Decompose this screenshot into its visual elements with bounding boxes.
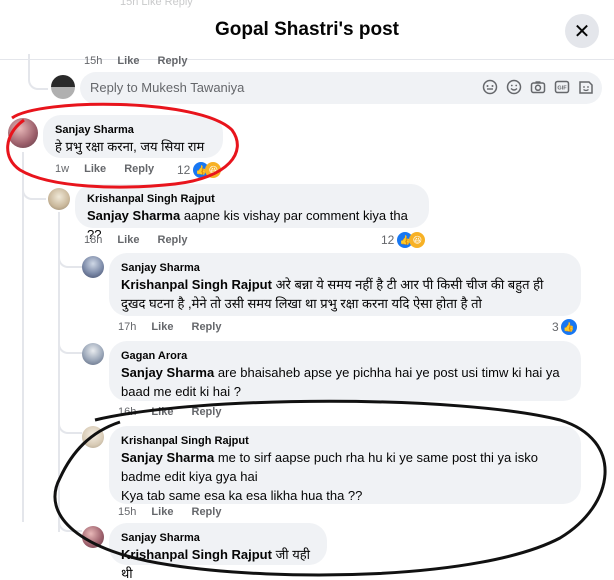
avatar[interactable] (8, 118, 38, 148)
reply-button[interactable]: Reply (192, 406, 222, 418)
reply-button[interactable]: Reply (158, 234, 188, 246)
like-button[interactable]: Like (151, 321, 173, 333)
avatar[interactable] (82, 526, 104, 548)
comment-actions: 15h Like Reply (84, 55, 202, 67)
comment-time: 15h (118, 506, 137, 518)
camera-icon[interactable] (530, 79, 546, 95)
faded-scrolled-meta: 15h Like Reply (120, 0, 193, 8)
comment-time: 1w (55, 163, 70, 175)
haha-reaction-icon: 😆 (409, 232, 426, 248)
comment-text-line: baad me edit ki hai ? (121, 384, 241, 399)
comment-bubble: Sanjay Sharma Krishanpal Singh Rajput अर… (109, 253, 581, 316)
thread-connector (22, 180, 46, 200)
avatar[interactable] (82, 426, 104, 448)
dialog-title: Gopal Shastri's post (215, 19, 399, 40)
comment-author[interactable]: Sanjay Sharma (55, 123, 211, 137)
reply-button[interactable]: Reply (192, 506, 222, 518)
reaction-summary[interactable]: 3 👍 (552, 319, 577, 335)
like-reaction-icon: 👍 (560, 319, 577, 335)
comment-text-line: Kya tab same esa ka esa likha hua tha ?? (121, 488, 363, 503)
comment-text-line: are bhaisaheb apse ye pichha hai ye post… (214, 365, 560, 380)
comments-scroll-area[interactable]: 15h Like Reply Reply to Mukesh Tawaniya … (0, 54, 614, 580)
sticker-face-icon[interactable] (578, 79, 594, 95)
reaction-count: 3 (552, 320, 559, 334)
comment-actions: 18h Like Reply (84, 234, 202, 246)
like-button[interactable]: Like (151, 506, 173, 518)
reaction-count: 12 (381, 233, 395, 247)
comment-time: 18h (84, 234, 103, 246)
like-button[interactable]: Like (117, 234, 139, 246)
comment-author[interactable]: Sanjay Sharma (121, 261, 569, 275)
gif-icon[interactable]: GIF (554, 79, 570, 95)
mention-link[interactable]: Sanjay Sharma (121, 450, 214, 465)
mention-link[interactable]: Krishanpal Singh Rajput (121, 277, 272, 292)
mention-link[interactable]: Sanjay Sharma (121, 365, 214, 380)
sticker-icon[interactable] (482, 79, 498, 95)
avatar (51, 75, 75, 99)
comment-author[interactable]: Sanjay Sharma (121, 531, 315, 545)
thread-connector (58, 422, 82, 434)
avatar[interactable] (82, 256, 104, 278)
svg-text:GIF: GIF (557, 86, 567, 92)
comment-actions: 15h Like Reply (118, 506, 236, 518)
like-button[interactable]: Like (117, 55, 139, 67)
reaction-summary[interactable]: 12 👍 😆 (381, 232, 426, 248)
comment-bubble: Sanjay Sharma हे प्रभु रक्षा करना, जय सि… (43, 115, 223, 158)
comment-bubble: Gagan Arora Sanjay Sharma are bhaisaheb … (109, 341, 581, 401)
reply-input[interactable]: Reply to Mukesh Tawaniya GIF (80, 72, 602, 104)
reaction-summary[interactable]: 12 👍 😆 (177, 162, 222, 178)
thread-line (22, 152, 24, 522)
comment-author[interactable]: Krishanpal Singh Rajput (121, 434, 569, 448)
comment-author[interactable]: Krishanpal Singh Rajput (87, 192, 417, 206)
reply-button[interactable]: Reply (192, 321, 222, 333)
like-button[interactable]: Like (151, 406, 173, 418)
like-button[interactable]: Like (84, 163, 106, 175)
comment-text-line: badme edit kiya gya hai (121, 469, 258, 484)
comment-text: हे प्रभु रक्षा करना, जय सिया राम (55, 139, 205, 154)
comment-text-line: me to sirf aapse puch rha hu ki ye same … (214, 450, 538, 465)
avatar[interactable] (82, 343, 104, 365)
comment-text-line: अरे बन्ना ये समय नहीं है टी आर पी किसी च… (271, 277, 544, 292)
comment-actions: 17h Like Reply (118, 321, 236, 333)
comment-author[interactable]: Gagan Arora (121, 349, 569, 363)
mention-link[interactable]: Sanjay Sharma (87, 208, 180, 223)
thread-connector (28, 54, 48, 90)
comment-bubble: Krishanpal Singh Rajput Sanjay Sharma me… (109, 426, 581, 504)
reaction-count: 12 (177, 163, 191, 177)
reply-button[interactable]: Reply (124, 163, 154, 175)
reply-button[interactable]: Reply (158, 55, 188, 67)
haha-reaction-icon: 😆 (205, 162, 222, 178)
comment-time: 17h (118, 321, 137, 333)
comment-bubble: Krishanpal Singh Rajput Sanjay Sharma aa… (75, 184, 429, 242)
thread-connector (58, 250, 82, 268)
close-icon: ✕ (573, 20, 591, 43)
thread-connector (58, 522, 82, 532)
close-button[interactable]: ✕ (565, 14, 599, 48)
comment-actions: 1w Like Reply (55, 163, 169, 175)
composer-icons: GIF (482, 79, 594, 95)
comment-bubble: Sanjay Sharma Krishanpal Singh Rajput जी… (109, 523, 327, 580)
emoji-icon[interactable] (506, 79, 522, 95)
thread-connector (58, 336, 82, 354)
comment-text-line: दुखद घटना है ,मेने तो उसी समय लिखा था प्… (121, 296, 482, 311)
comment-time: 15h (84, 55, 103, 67)
post-dialog-header: 15h Like Reply Gopal Shastri's post ✕ (0, 0, 614, 60)
comment-actions: 16h Like Reply (118, 406, 236, 418)
mention-link[interactable]: Krishanpal Singh Rajput (121, 547, 272, 562)
comment-time: 16h (118, 406, 137, 418)
avatar[interactable] (48, 188, 70, 210)
reply-placeholder: Reply to Mukesh Tawaniya (90, 80, 245, 95)
